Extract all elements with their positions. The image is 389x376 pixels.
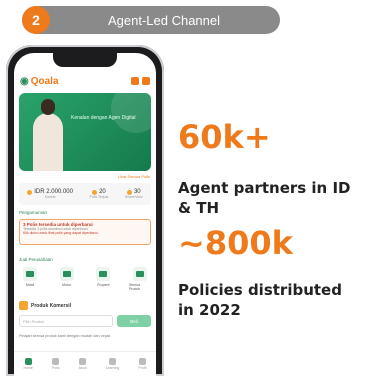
inbox-icon[interactable]	[142, 77, 150, 85]
nav-account[interactable]: Akun	[79, 358, 87, 370]
nav-label: Polis	[51, 366, 60, 370]
stats-row: IDR 2.000.000 Komisi 20 Polis Terjual 30…	[19, 183, 151, 205]
stat-label: Share/View	[124, 195, 143, 199]
product-label: Motor	[62, 283, 72, 287]
renewal-notice[interactable]: 3 Polis tersedia untuk diperbarui Tersed…	[19, 219, 151, 245]
metric-policies-value: ~800k	[178, 224, 293, 262]
nav-profile[interactable]: Profil	[138, 358, 146, 370]
product-label: Mobil	[25, 283, 35, 287]
nav-label: Home	[23, 366, 33, 370]
metric-policies-line2: in 2022	[178, 301, 241, 319]
phone-notch	[53, 53, 117, 67]
product-label: Semua Produk	[128, 283, 141, 291]
product-property[interactable]: Properti	[92, 267, 114, 295]
metric-agents-line1: Agent partners in ID	[178, 179, 351, 197]
metric-policies-label: Policies distributed in 2022	[178, 280, 342, 320]
stat-shares: 30 Share/View	[125, 189, 143, 199]
calculator-title: Produk Komersil	[31, 302, 72, 309]
step-number-badge: 2	[22, 6, 50, 34]
stat-policies-sold: 20 Polis Terjual	[90, 189, 109, 199]
house-icon	[96, 267, 111, 281]
logo-text: Qoala	[30, 75, 59, 87]
promo-banner[interactable]: Kenalan dengan Agen Digital	[19, 93, 151, 171]
commercial-product-row: Produk Komersil	[19, 301, 71, 310]
metric-agents-line2: & TH	[178, 199, 220, 217]
header-icons	[131, 77, 150, 85]
product-motorcycle[interactable]: Motor	[56, 267, 78, 295]
section-title: Agent-Led Channel	[107, 12, 221, 28]
nav-home[interactable]: Home	[24, 358, 33, 370]
motorcycle-icon	[59, 267, 74, 281]
user-icon	[79, 358, 87, 365]
logo-icon: ◉	[20, 75, 29, 87]
bottom-navigation: Home Polis Akun Learning Profil	[14, 351, 156, 376]
announcement-heading: Pengumuman	[19, 210, 48, 215]
car-icon	[23, 267, 37, 281]
share-icon	[126, 189, 132, 195]
profile-icon	[138, 358, 146, 365]
nav-label: Akun	[78, 366, 87, 370]
document-icon	[52, 358, 60, 365]
app-header: ◉ Qoala	[20, 73, 150, 89]
learn-text: Pelajari semua produk kami dengan mudah …	[19, 334, 112, 338]
product-all[interactable]: Semua Produk	[129, 267, 151, 295]
calculator-icon	[19, 301, 28, 310]
metric-policies-line1: Policies distributed	[178, 281, 342, 299]
banner-decoration	[111, 93, 151, 133]
product-car[interactable]: Mobil	[19, 267, 41, 295]
phone-mockup: ◉ Qoala Kenalan dengan Agen Digital Liha…	[6, 45, 164, 376]
nav-policies[interactable]: Polis	[52, 358, 60, 370]
coin-icon	[27, 189, 33, 195]
banner-agent-image	[33, 99, 63, 171]
stat-label: Polis Terjual	[89, 195, 109, 199]
products-heading: Jual Perusahaan	[19, 257, 53, 262]
nav-label: Learning	[105, 366, 120, 370]
nav-learning[interactable]: Learning	[105, 358, 120, 370]
policy-icon	[92, 189, 98, 195]
buy-button[interactable]: Beli	[117, 315, 151, 327]
see-all-link[interactable]: Lihat Semua Polis	[118, 174, 150, 179]
book-icon	[109, 358, 117, 365]
section-header-pill: 2 Agent-Led Channel	[22, 6, 280, 34]
nav-label: Profil	[138, 366, 147, 370]
home-icon	[24, 358, 32, 365]
stat-commission: IDR 2.000.000 Komisi	[27, 189, 73, 199]
product-grid: Mobil Motor Properti Semua Produk	[19, 267, 151, 295]
metric-agents-label: Agent partners in ID & TH	[178, 178, 351, 218]
app-logo: ◉ Qoala	[20, 76, 59, 87]
phone-screen: ◉ Qoala Kenalan dengan Agen Digital Liha…	[14, 53, 156, 376]
product-label: Properti	[97, 283, 110, 287]
notification-icon[interactable]	[131, 77, 139, 85]
stat-label: Komisi	[44, 195, 56, 199]
banner-text: Kenalan dengan Agen Digital	[71, 115, 136, 121]
product-select-row: Pilih Produk Beli	[19, 315, 151, 327]
notice-link[interactable]: Klik disini untuk lihat polis yang dapat…	[23, 231, 147, 235]
metric-agents-value: 60k+	[178, 118, 271, 156]
product-select[interactable]: Pilih Produk	[19, 315, 113, 327]
grid-icon	[132, 267, 147, 281]
